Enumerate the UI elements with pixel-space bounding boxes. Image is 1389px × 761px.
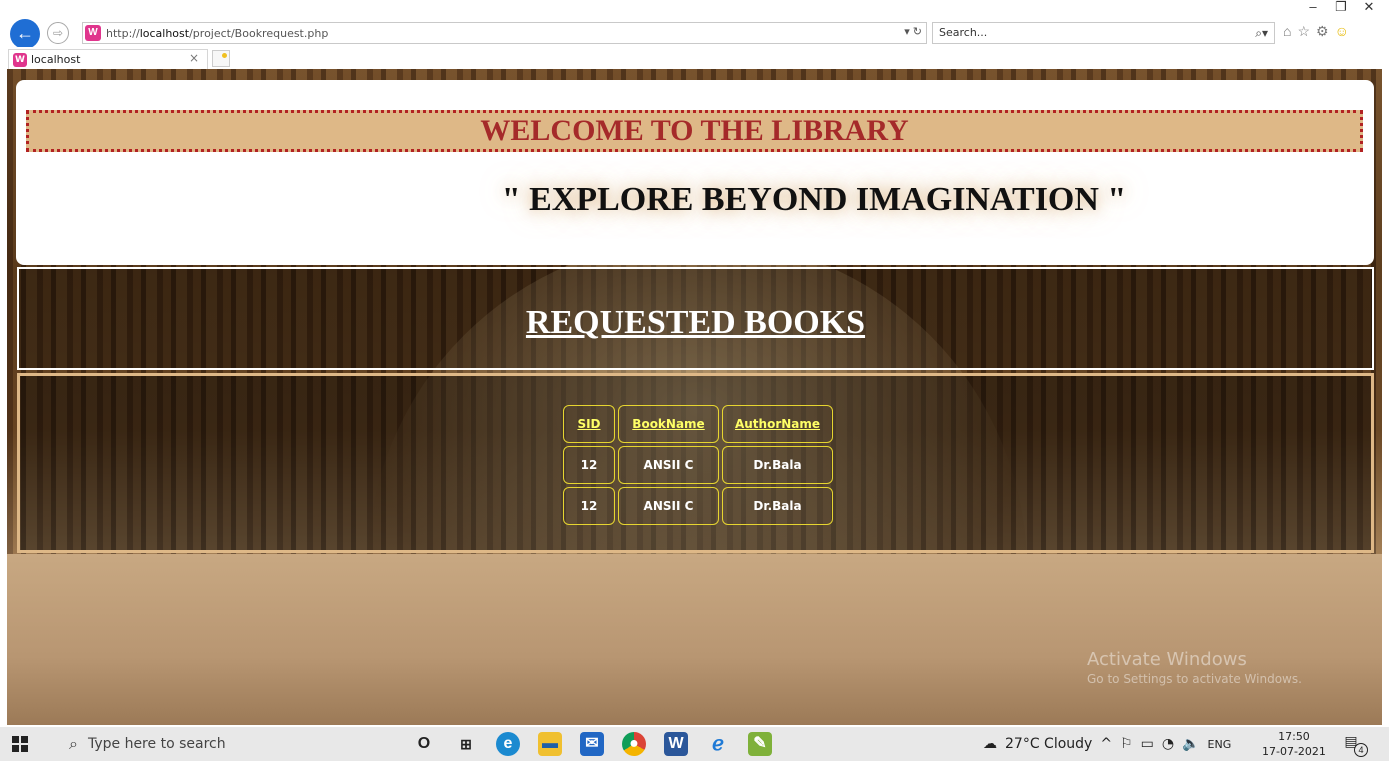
table-row: 12 ANSII C Dr.Bala bbox=[563, 487, 833, 525]
taskbar: ⌕ Type here to search O ⊞ e ▬ ✉ ● W ℯ ✎ … bbox=[0, 727, 1389, 761]
forward-button[interactable]: ⇨ bbox=[47, 22, 69, 44]
tab-title: localhost bbox=[31, 53, 81, 66]
site-favicon-icon: W bbox=[85, 25, 101, 41]
url-text: http://localhost/project/Bookrequest.php bbox=[106, 26, 329, 40]
weather-text[interactable]: 27°C Cloudy bbox=[1005, 736, 1092, 752]
requests-table-panel: SID BookName AuthorName 12 ANSII C Dr.Ba… bbox=[17, 373, 1374, 553]
system-tray: ☁ 27°C Cloudy ^ ⚐ ▭ ◔ 🔈 ENG bbox=[983, 727, 1231, 761]
header-panel: WELCOME TO THE LIBRARY " EXPLORE BEYOND … bbox=[16, 80, 1374, 265]
arrow-left-icon: ← bbox=[16, 23, 34, 43]
cortana-icon[interactable]: O bbox=[412, 732, 436, 756]
network-icon[interactable]: ⚐ bbox=[1120, 736, 1133, 752]
chrome-icon[interactable]: ● bbox=[622, 732, 646, 756]
windows-start-icon[interactable] bbox=[12, 736, 28, 752]
browser-titlebar: – ❐ ✕ ← ⇨ W http://localhost/project/Boo… bbox=[0, 0, 1389, 49]
mail-icon[interactable]: ✉ bbox=[580, 732, 604, 756]
arrow-right-icon: ⇨ bbox=[52, 26, 64, 40]
cell-authorname: Dr.Bala bbox=[722, 487, 833, 525]
battery-icon[interactable]: ▭ bbox=[1141, 736, 1154, 752]
gear-icon[interactable]: ⚙ bbox=[1316, 23, 1329, 40]
file-explorer-icon[interactable]: ▬ bbox=[538, 732, 562, 756]
tab-favicon-icon: W bbox=[13, 52, 27, 67]
welcome-heading: WELCOME TO THE LIBRARY bbox=[480, 114, 909, 147]
cell-sid: 12 bbox=[563, 487, 615, 525]
cell-authorname: Dr.Bala bbox=[722, 446, 833, 484]
motto-text: " EXPLORE BEYOND IMAGINATION " bbox=[501, 181, 1127, 218]
motto: " EXPLORE BEYOND IMAGINATION " bbox=[16, 181, 1374, 219]
back-button[interactable]: ← bbox=[10, 19, 40, 49]
column-header-authorname: AuthorName bbox=[722, 405, 833, 443]
column-header-sid: SID bbox=[563, 405, 615, 443]
task-view-icon[interactable]: ⊞ bbox=[454, 732, 478, 756]
requested-books-header: REQUESTED BOOKS bbox=[17, 267, 1374, 370]
toolbar-icons: ⌂ ☆ ⚙ ☺ bbox=[1283, 23, 1349, 40]
column-header-bookname: BookName bbox=[618, 405, 719, 443]
edge-icon[interactable]: e bbox=[496, 732, 520, 756]
page-viewport: WELCOME TO THE LIBRARY " EXPLORE BEYOND … bbox=[7, 69, 1382, 725]
activate-windows-watermark: Activate Windows Go to Settings to activ… bbox=[1087, 649, 1302, 686]
volume-icon[interactable]: 🔈 bbox=[1182, 736, 1199, 752]
search-icon: ⌕ bbox=[69, 734, 78, 753]
home-icon[interactable]: ⌂ bbox=[1283, 23, 1291, 40]
window-controls: – ❐ ✕ bbox=[1299, 0, 1383, 16]
taskbar-search-input[interactable]: ⌕ Type here to search bbox=[57, 727, 397, 761]
favorites-star-icon[interactable]: ☆ bbox=[1297, 23, 1310, 40]
notepad-icon[interactable]: ✎ bbox=[748, 732, 772, 756]
cloud-icon: ☁ bbox=[983, 736, 997, 752]
language-indicator[interactable]: ENG bbox=[1208, 738, 1232, 751]
clock-time: 17:50 bbox=[1278, 730, 1310, 743]
table-row: 12 ANSII C Dr.Bala bbox=[563, 446, 833, 484]
taskbar-apps: O ⊞ e ▬ ✉ ● W ℯ ✎ bbox=[412, 732, 772, 756]
close-button[interactable]: ✕ bbox=[1355, 0, 1383, 16]
requests-table: SID BookName AuthorName 12 ANSII C Dr.Ba… bbox=[560, 402, 836, 528]
tab-localhost[interactable]: W localhost × bbox=[8, 49, 208, 69]
minimize-button[interactable]: – bbox=[1299, 0, 1327, 16]
refresh-dropdown-icon[interactable]: ▾ ↻ bbox=[904, 25, 922, 38]
cell-sid: 12 bbox=[563, 446, 615, 484]
internet-explorer-icon[interactable]: ℯ bbox=[706, 732, 730, 756]
tab-close-icon[interactable]: × bbox=[189, 51, 199, 65]
clock[interactable]: 17:50 17-07-2021 bbox=[1262, 729, 1326, 759]
restore-button[interactable]: ❐ bbox=[1327, 0, 1355, 16]
cell-bookname: ANSII C bbox=[618, 487, 719, 525]
new-tab-button[interactable] bbox=[212, 50, 230, 67]
word-icon[interactable]: W bbox=[664, 732, 688, 756]
notification-count-badge: 4 bbox=[1354, 743, 1368, 757]
search-icon[interactable]: ⌕▾ bbox=[1255, 23, 1268, 43]
feedback-smiley-icon[interactable]: ☺ bbox=[1335, 23, 1349, 40]
cell-bookname: ANSII C bbox=[618, 446, 719, 484]
page-title: REQUESTED BOOKS bbox=[525, 304, 866, 341]
chevron-up-icon[interactable]: ^ bbox=[1100, 736, 1112, 752]
wifi-icon[interactable]: ◔ bbox=[1162, 736, 1174, 752]
table-header-row: SID BookName AuthorName bbox=[563, 405, 833, 443]
clock-date: 17-07-2021 bbox=[1262, 745, 1326, 758]
browser-search-input[interactable]: Search... ⌕▾ bbox=[932, 22, 1275, 44]
welcome-banner: WELCOME TO THE LIBRARY bbox=[26, 110, 1363, 152]
tab-bar: W localhost × bbox=[0, 47, 1389, 69]
library-background-floor bbox=[7, 554, 1382, 725]
address-bar[interactable]: W http://localhost/project/Bookrequest.p… bbox=[82, 22, 927, 44]
